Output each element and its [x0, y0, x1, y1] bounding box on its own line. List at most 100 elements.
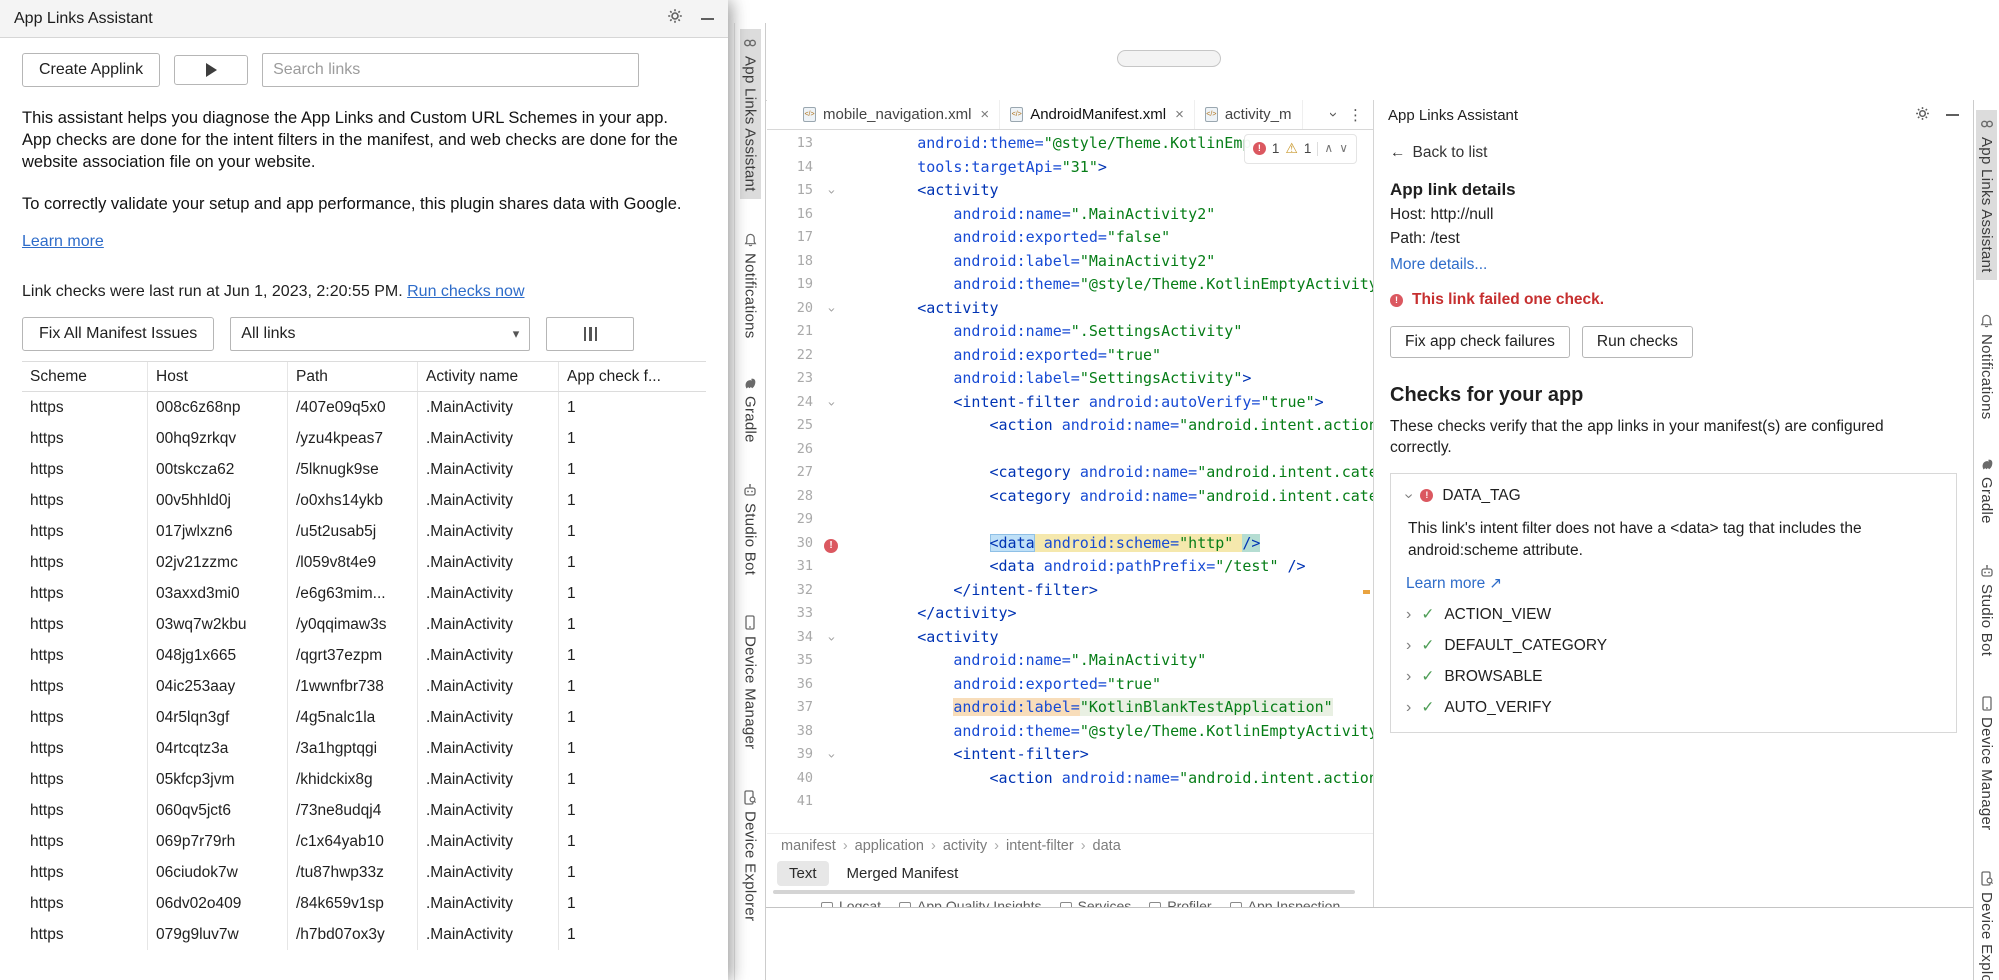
tool-tab-app-links-assistant[interactable]: App Links Assistant — [740, 29, 761, 199]
table-row[interactable]: https008c6z68np/407e09q5x0.MainActivity1 — [22, 392, 706, 423]
table-row[interactable]: https06ciudok7w/tu87hwp33z.MainActivity1 — [22, 857, 706, 888]
table-row[interactable]: https03axxd3mi0/e6g63mim....MainActivity… — [22, 578, 706, 609]
tool-tab-studio-bot[interactable]: Studio Bot — [740, 476, 761, 582]
tool-window-button-app-quality-insights[interactable]: App Quality Insights — [899, 897, 1042, 907]
table-row[interactable]: https069p7r79rh/c1x64yab10.MainActivity1 — [22, 826, 706, 857]
code-line[interactable]: 17 android:exported="false" — [767, 226, 1373, 250]
check-row-action-view[interactable]: ›✓ACTION_VIEW — [1406, 605, 1941, 624]
window-title-bar[interactable]: App Links Assistant — [0, 0, 728, 38]
learn-more-link[interactable]: Learn more — [22, 233, 104, 251]
code-line[interactable]: 39› <intent-filter> — [767, 743, 1373, 767]
prev-issue-icon[interactable]: ∧ — [1324, 137, 1333, 161]
column-header[interactable]: Scheme — [22, 362, 148, 391]
column-header[interactable]: Activity name — [418, 362, 559, 391]
code-line[interactable]: 28 <category android:name="android.inten… — [767, 485, 1373, 509]
code-line[interactable]: 36 android:exported="true" — [767, 673, 1373, 697]
check-row-auto-verify[interactable]: ›✓AUTO_VERIFY — [1406, 698, 1941, 717]
more-details-link[interactable]: More details... — [1390, 256, 1487, 274]
code-line[interactable]: 40 <action android:name="android.intent.… — [767, 767, 1373, 791]
tool-tab-gradle[interactable]: Gradle — [740, 371, 761, 450]
code-line[interactable]: 32 </intent-filter> — [767, 579, 1373, 603]
gear-icon[interactable] — [667, 8, 683, 29]
next-issue-icon[interactable]: ∨ — [1339, 137, 1348, 161]
tool-window-button-app-inspection[interactable]: App Inspection — [1230, 897, 1341, 907]
tool-tab-device-manager[interactable]: Device Manager — [740, 608, 761, 756]
editor-tab-androidmanifest-xml[interactable]: AndroidManifest.xml× — [1000, 100, 1195, 129]
fold-icon[interactable]: › — [821, 179, 841, 203]
code-line[interactable]: 27 <category android:name="android.inten… — [767, 461, 1373, 485]
table-row[interactable]: https04ic253aay/1wwnfbr738.MainActivity1 — [22, 671, 706, 702]
table-row[interactable]: https060qv5jct6/73ne8udqj4.MainActivity1 — [22, 795, 706, 826]
chevron-down-icon[interactable]: › — [1325, 112, 1342, 117]
code-line[interactable]: 37 android:label="KotlinBlankTestApplica… — [767, 696, 1373, 720]
code-line[interactable]: 26 — [767, 438, 1373, 462]
tool-window-button-profiler[interactable]: Profiler — [1149, 897, 1211, 907]
breadcrumb-item[interactable]: intent-filter — [1006, 838, 1074, 854]
tool-tab-device-explorer[interactable]: Device Explorer — [740, 783, 761, 928]
tool-window-button-logcat[interactable]: Logcat — [821, 897, 881, 907]
search-links-input[interactable] — [262, 53, 639, 87]
check-row-browsable[interactable]: ›✓BROWSABLE — [1406, 667, 1941, 686]
breadcrumb-item[interactable]: activity — [943, 838, 987, 854]
code-line[interactable]: 23 android:label="SettingsActivity"> — [767, 367, 1373, 391]
editor-tab-activity_m[interactable]: activity_m — [1195, 100, 1303, 129]
column-header[interactable]: Path — [288, 362, 418, 391]
code-editor[interactable]: 13 android:theme="@style/Theme.KotlinEmp… — [767, 130, 1373, 833]
table-row[interactable]: https00v5hhld0j/o0xhs14ykb.MainActivity1 — [22, 485, 706, 516]
breadcrumb-item[interactable]: manifest — [781, 838, 836, 854]
table-row[interactable]: https079g9luv7w/h7bd07ox3y.MainActivity1 — [22, 919, 706, 950]
fold-icon[interactable]: › — [821, 626, 841, 650]
tool-tab-app-links-assistant[interactable]: App Links Assistant — [1976, 110, 1997, 280]
inspection-widget[interactable]: ! 1 ⚠ 1 ∧ ∨ — [1244, 134, 1357, 164]
table-row[interactable]: https06dv02o409/84k659v1sp.MainActivity1 — [22, 888, 706, 919]
scrollbar-thumb[interactable] — [773, 890, 1355, 894]
play-button[interactable] — [174, 55, 248, 85]
column-settings-button[interactable] — [546, 317, 634, 351]
code-line[interactable]: 19 android:theme="@style/Theme.KotlinEmp… — [767, 273, 1373, 297]
run-checks-button[interactable]: Run checks — [1582, 326, 1693, 358]
code-line[interactable]: 18 android:label="MainActivity2" — [767, 250, 1373, 274]
code-line[interactable]: 22 android:exported="true" — [767, 344, 1373, 368]
code-line[interactable]: 38 android:theme="@style/Theme.KotlinEmp… — [767, 720, 1373, 744]
editor-tab-mobile_navigation-xml[interactable]: mobile_navigation.xml× — [793, 100, 1000, 129]
code-line[interactable]: 21 android:name=".SettingsActivity" — [767, 320, 1373, 344]
code-line[interactable]: 25 <action android:name="android.intent.… — [767, 414, 1373, 438]
table-row[interactable]: https048jg1x665/qgrt37ezpm.MainActivity1 — [22, 640, 706, 671]
tool-tab-studio-bot[interactable]: Studio Bot — [1976, 557, 1997, 663]
code-line[interactable]: 16 android:name=".MainActivity2" — [767, 203, 1373, 227]
fix-app-check-failures-button[interactable]: Fix app check failures — [1390, 326, 1570, 358]
fold-icon[interactable]: › — [821, 391, 841, 415]
minimize-icon[interactable] — [1946, 114, 1959, 116]
gear-icon[interactable] — [1915, 106, 1930, 125]
back-to-list-link[interactable]: ← Back to list — [1390, 144, 1487, 162]
bottom-tab-text[interactable]: Text — [777, 861, 829, 886]
bottom-tab-merged-manifest[interactable]: Merged Manifest — [835, 861, 971, 886]
horizontal-scrollbar[interactable] — [767, 890, 1373, 896]
tool-tab-device-explorer[interactable]: Device Explorer — [1976, 864, 1997, 980]
breadcrumb-item[interactable]: application — [855, 838, 924, 854]
code-line[interactable]: 31 <data android:pathPrefix="/test" /> — [767, 555, 1373, 579]
tool-tab-gradle[interactable]: Gradle — [1976, 452, 1997, 531]
code-line[interactable]: 20› <activity — [767, 297, 1373, 321]
minimize-icon[interactable] — [701, 18, 714, 20]
code-line[interactable]: 24› <intent-filter android:autoVerify="t… — [767, 391, 1373, 415]
table-row[interactable]: https00hq9zrkqv/yzu4kpeas7.MainActivity1 — [22, 423, 706, 454]
run-checks-now-link[interactable]: Run checks now — [407, 283, 524, 300]
table-row[interactable]: https05kfcp3jvm/khidckix8g.MainActivity1 — [22, 764, 706, 795]
table-row[interactable]: https04rtcqtz3a/3a1hgptqgi.MainActivity1 — [22, 733, 706, 764]
links-filter-dropdown[interactable]: All links ▾ — [230, 317, 530, 351]
breadcrumb-item[interactable]: data — [1093, 838, 1121, 854]
close-tab-icon[interactable]: × — [980, 106, 989, 123]
code-line[interactable]: 29 — [767, 508, 1373, 532]
table-row[interactable]: https03wq7w2kbu/y0qqimaw3s.MainActivity1 — [22, 609, 706, 640]
close-tab-icon[interactable]: × — [1175, 106, 1184, 123]
tool-window-button-services[interactable]: Services — [1060, 897, 1132, 907]
table-row[interactable]: https017jwlxzn6/u5t2usab5j.MainActivity1 — [22, 516, 706, 547]
kebab-menu-icon[interactable]: ⋮ — [1348, 106, 1363, 124]
code-line[interactable]: 35 android:name=".MainActivity" — [767, 649, 1373, 673]
fold-icon[interactable]: › — [821, 297, 841, 321]
check-row-data-tag[interactable]: › ! DATA_TAG — [1406, 487, 1941, 505]
code-line[interactable]: 15› <activity — [767, 179, 1373, 203]
code-line[interactable]: 41 — [767, 790, 1373, 814]
create-applink-button[interactable]: Create Applink — [22, 53, 160, 87]
